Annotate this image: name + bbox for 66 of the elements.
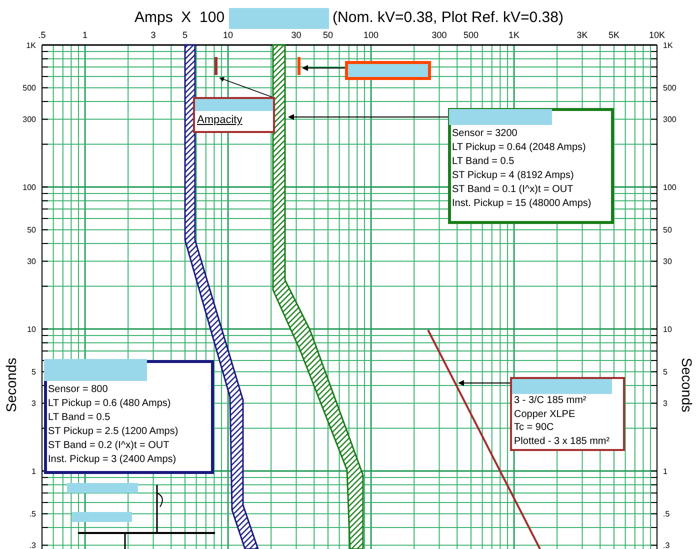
y-axis-label: Seconds (3, 358, 19, 412)
setting-text: Inst. Pickup = 15 (48000 Amps) (452, 197, 592, 211)
y-tick-label: .5 (663, 510, 670, 519)
y-tick-label: 100 (22, 183, 36, 192)
setting-text: ST Band = 0.1 (I^x)t = OUT (452, 183, 574, 197)
x-tick-label: 100 (364, 30, 379, 40)
x-tick-label: 1K (508, 30, 520, 40)
y-tick-label: 100 (663, 183, 676, 192)
y-tick-label: .3 (29, 541, 36, 549)
y-tick-label: 500 (22, 84, 36, 93)
x-tick-label: .5 (38, 30, 46, 40)
x-tick-label: 50 (323, 30, 333, 40)
setting-text: Sensor = 3200 (452, 127, 518, 141)
x-tick-label: 30 (291, 30, 302, 40)
y-tick-label: 10 (663, 325, 672, 334)
leader-line (458, 380, 510, 386)
y-tick-label: 10 (27, 325, 36, 334)
redaction-bar (67, 483, 138, 493)
y-tick-label: .3 (663, 541, 670, 549)
x-tick-label: 3 (150, 30, 156, 40)
y-tick-label: 300 (22, 115, 36, 124)
setting-text: Sensor = 800 (48, 383, 109, 397)
x-tick-label: 300 (432, 30, 447, 40)
y-tick-label: 5 (32, 368, 36, 377)
setting-text: ST Pickup = 4 (8192 Amps) (452, 169, 575, 183)
y-tick-label: .5 (29, 510, 36, 519)
ampacity-label: Ampacity (196, 113, 244, 128)
cable-info-text: Plotted - 3 x 185 mm² (513, 434, 611, 448)
x-tick-label: 500 (463, 30, 479, 40)
y-tick-label: 3 (663, 399, 668, 408)
y-tick-label: 30 (663, 257, 672, 266)
setting-text: LT Pickup = 0.64 (2048 Amps) (452, 141, 587, 155)
setting-text: Inst. Pickup = 3 (2400 Amps) (48, 453, 178, 467)
y-tick-label: 300 (663, 115, 676, 124)
cable-info-text: Copper XLPE (513, 408, 576, 421)
leader-line (219, 77, 272, 98)
x-tick-label: 3K (576, 30, 588, 40)
y-axis-label: Seconds (679, 358, 695, 412)
x-tick-label: 5K (608, 30, 620, 40)
y-tick-label: 1K (26, 41, 36, 50)
cable-info-text: Tc = 90C (513, 421, 555, 434)
redaction-bar (72, 512, 132, 522)
cable-info-text: 3 - 3/C 185 mm² (513, 394, 588, 408)
setting-text: ST Band = 0.2 (I^x)t = OUT (48, 439, 170, 453)
marker-line (298, 57, 300, 75)
y-tick-label: 500 (663, 84, 676, 93)
setting-text: LT Pickup = 0.6 (480 Amps) (48, 397, 172, 411)
setting-text: LT Band = 0.5 (48, 411, 112, 425)
y-tick-label: 1K (663, 41, 673, 50)
y-tick-label: 50 (27, 226, 36, 235)
axis-title: Amps X 100 (134, 8, 225, 28)
y-tick-label: 5 (663, 368, 668, 377)
x-tick-label: 5 (182, 30, 188, 40)
setting-text: LT Band = 0.5 (452, 155, 516, 169)
x-tick-label: 1 (82, 30, 88, 40)
axis-title-note: (Nom. kV=0.38, Plot Ref. kV=0.38) (332, 8, 564, 28)
y-tick-label: 1 (663, 467, 668, 476)
y-tick-label: 30 (27, 257, 36, 266)
setting-text: ST Pickup = 2.5 (1200 Amps) (48, 425, 180, 439)
ampacity-mark (214, 57, 218, 75)
leader-line (302, 65, 346, 71)
y-tick-label: 50 (663, 226, 672, 235)
y-tick-label: 3 (32, 399, 36, 408)
y-tick-label: 1 (32, 467, 36, 476)
x-tick-label: 10 (223, 30, 234, 40)
x-tick-label: 10K (649, 30, 666, 40)
